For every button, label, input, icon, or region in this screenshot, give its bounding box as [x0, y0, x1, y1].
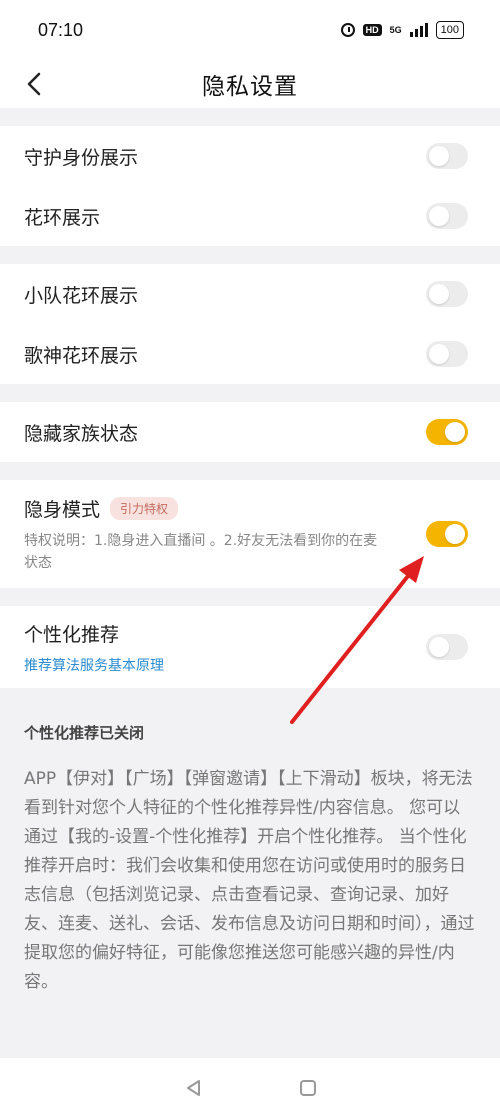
hd-icon: HD: [362, 24, 382, 36]
info-body: APP【伊对】【广场】【弹窗邀请】【上下滑动】板块，将无法看到针对您个人特征的个…: [24, 769, 475, 992]
row-stealth-mode: 隐身模式 引力特权 特权说明：1.隐身进入直播间 。2.好友无法看到你的在麦状态: [0, 480, 500, 588]
triangle-back-icon[interactable]: [184, 1078, 204, 1098]
status-icons: HD 5G 100: [340, 21, 464, 39]
status-time: 07:10: [38, 19, 84, 40]
row-label: 花环展示: [24, 206, 101, 229]
stealth-mode-toggle[interactable]: [426, 521, 468, 547]
singer-wreath-toggle[interactable]: [426, 341, 468, 367]
row-singer-wreath: 歌神花环展示: [0, 324, 500, 384]
team-wreath-toggle[interactable]: [426, 281, 468, 307]
guardian-identity-toggle[interactable]: [426, 143, 468, 169]
row-hide-family: 隐藏家族状态: [0, 402, 500, 462]
settings-group-stealth: 隐身模式 引力特权 特权说明：1.隐身进入直播间 。2.好友无法看到你的在麦状态: [0, 480, 500, 588]
toggle-knob: [429, 344, 449, 364]
row-label: 个性化推荐: [24, 623, 120, 646]
system-nav-bar: [0, 1058, 500, 1118]
nav-bar: 隐私设置: [0, 60, 500, 108]
row-personalized-recommend: 个性化推荐 推荐算法服务基本原理: [0, 606, 500, 688]
recommend-info: 个性化推荐已关闭 APP【伊对】【广场】【弹窗邀请】【上下滑动】板块，将无法看到…: [0, 688, 500, 997]
row-label: 守护身份展示: [24, 146, 139, 169]
toggle-knob: [429, 284, 449, 304]
square-home-icon[interactable]: [300, 1080, 316, 1096]
back-button[interactable]: [16, 66, 52, 102]
personalized-recommend-toggle[interactable]: [426, 634, 468, 660]
toggle-knob: [429, 146, 449, 166]
info-title: 个性化推荐已关闭: [24, 724, 145, 742]
row-label: 隐藏家族状态: [24, 422, 139, 445]
signal-icon: [409, 23, 428, 37]
row-label: 小队花环展示: [24, 284, 139, 307]
row-guardian-identity: 守护身份展示: [0, 126, 500, 186]
row-wreath: 花环展示: [0, 186, 500, 246]
settings-group-family: 隐藏家族状态: [0, 402, 500, 462]
toggle-knob: [445, 524, 465, 544]
toggle-knob: [429, 206, 449, 226]
stealth-title-line: 隐身模式 引力特权: [24, 495, 384, 522]
toggle-knob: [445, 422, 465, 442]
toggle-knob: [429, 637, 449, 657]
alarm-icon: [340, 23, 355, 37]
settings-group-wreaths: 小队花环展示 歌神花环展示: [0, 264, 500, 384]
row-label: 歌神花环展示: [24, 344, 139, 367]
settings-group-recommend: 个性化推荐 推荐算法服务基本原理: [0, 606, 500, 688]
row-team-wreath: 小队花环展示: [0, 264, 500, 324]
status-bar: 07:10 HD 5G 100: [0, 0, 500, 60]
network-type: 5G: [389, 25, 402, 35]
chevron-left-icon: [27, 72, 41, 96]
row-label: 隐身模式: [24, 498, 101, 521]
hide-family-toggle[interactable]: [426, 419, 468, 445]
wreath-toggle[interactable]: [426, 203, 468, 229]
recommend-text: 个性化推荐 推荐算法服务基本原理: [24, 620, 164, 675]
privilege-description: 特权说明：1.隐身进入直播间 。2.好友无法看到你的在麦状态: [24, 532, 378, 571]
settings-group-display: 守护身份展示 花环展示: [0, 126, 500, 246]
stealth-text: 隐身模式 引力特权 特权说明：1.隐身进入直播间 。2.好友无法看到你的在麦状态: [24, 495, 384, 574]
privilege-badge: 引力特权: [110, 496, 179, 520]
algorithm-principle-link[interactable]: 推荐算法服务基本原理: [24, 655, 164, 675]
page-title: 隐私设置: [202, 74, 298, 100]
battery-icon: 100: [435, 21, 464, 39]
